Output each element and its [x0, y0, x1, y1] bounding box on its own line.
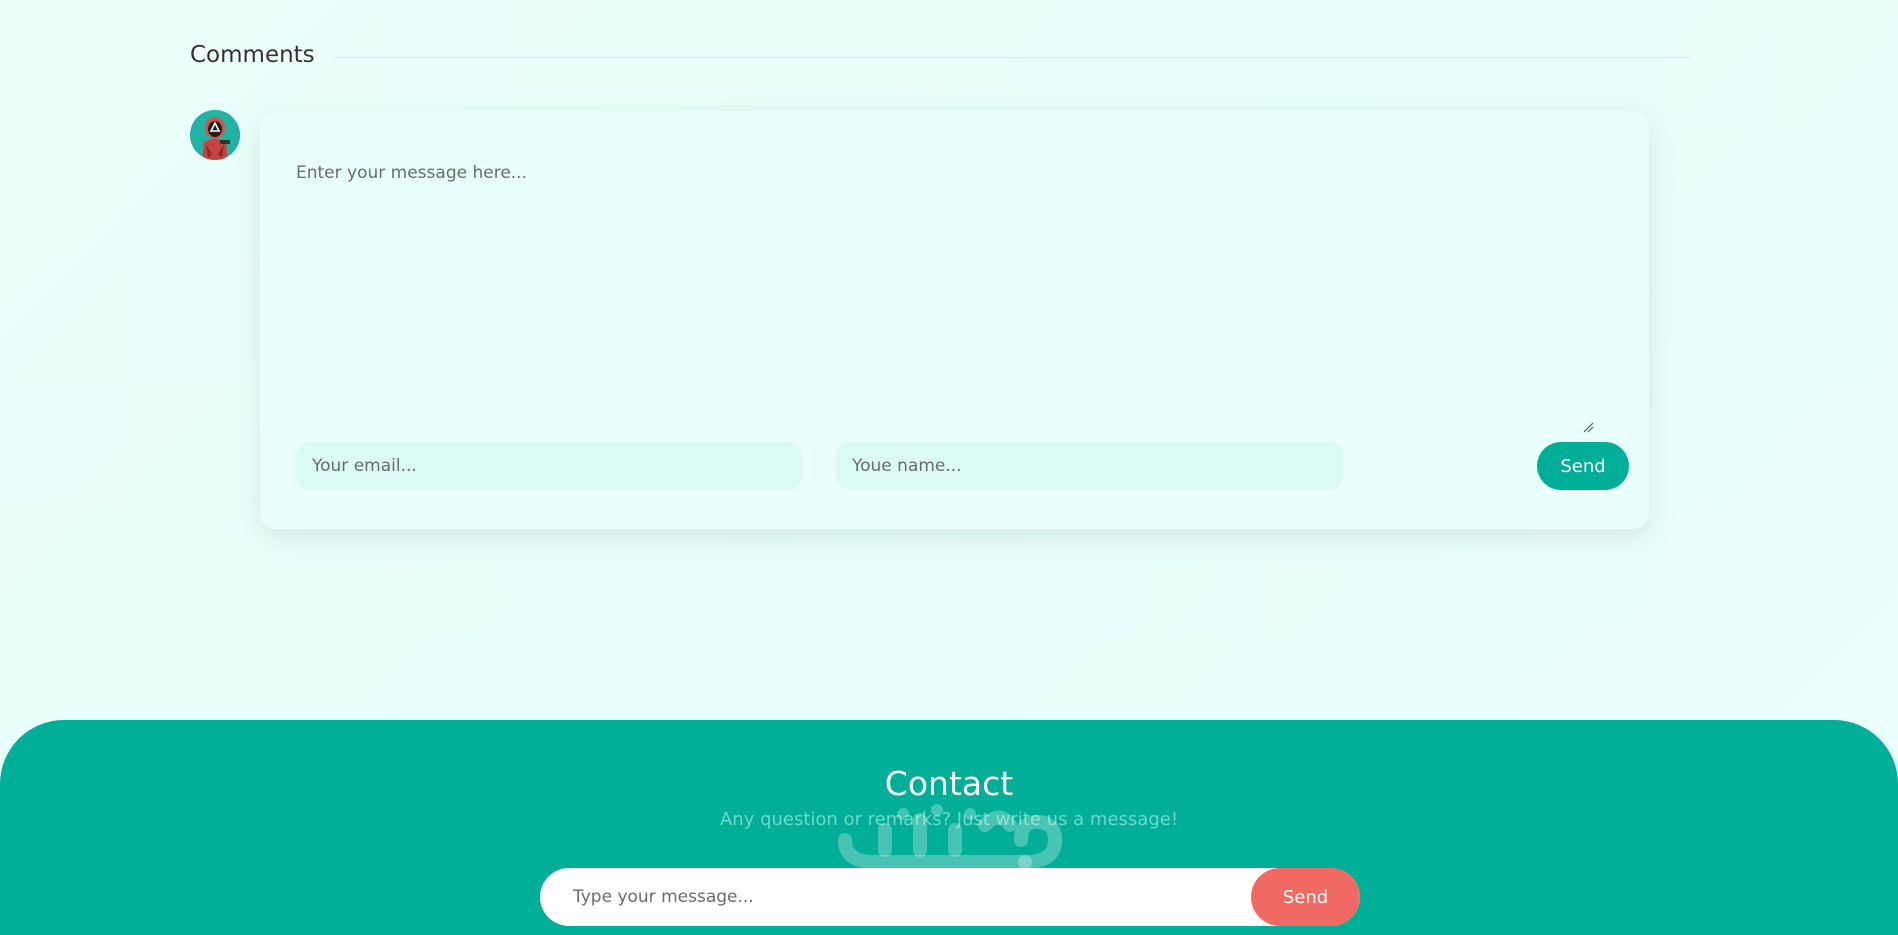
comments-header: Comments [190, 40, 1690, 70]
contact-section: Contact Any question or remarks? Just wr… [0, 720, 1898, 935]
resize-handle-icon[interactable] [1582, 421, 1594, 433]
name-field[interactable]: Youe name... [836, 442, 1343, 490]
contact-form: Type your message... Send [540, 868, 1360, 926]
contact-title: Contact [884, 764, 1014, 803]
avatar [190, 110, 240, 160]
squid-game-guard-avatar-icon [190, 110, 240, 160]
comments-divider [334, 56, 1690, 58]
contact-send-button[interactable]: Send [1251, 868, 1360, 926]
contact-subtitle: Any question or remarks? Just write us a… [719, 809, 1179, 830]
comment-form-card: Enter your message here... Your email...… [260, 111, 1649, 529]
email-field[interactable]: Your email... [296, 442, 802, 490]
comment-send-button[interactable]: Send [1537, 442, 1629, 490]
comments-title: Comments [190, 42, 315, 68]
contact-message-input[interactable]: Type your message... [573, 868, 1213, 926]
comment-message-textarea[interactable]: Enter your message here... [296, 163, 1596, 313]
